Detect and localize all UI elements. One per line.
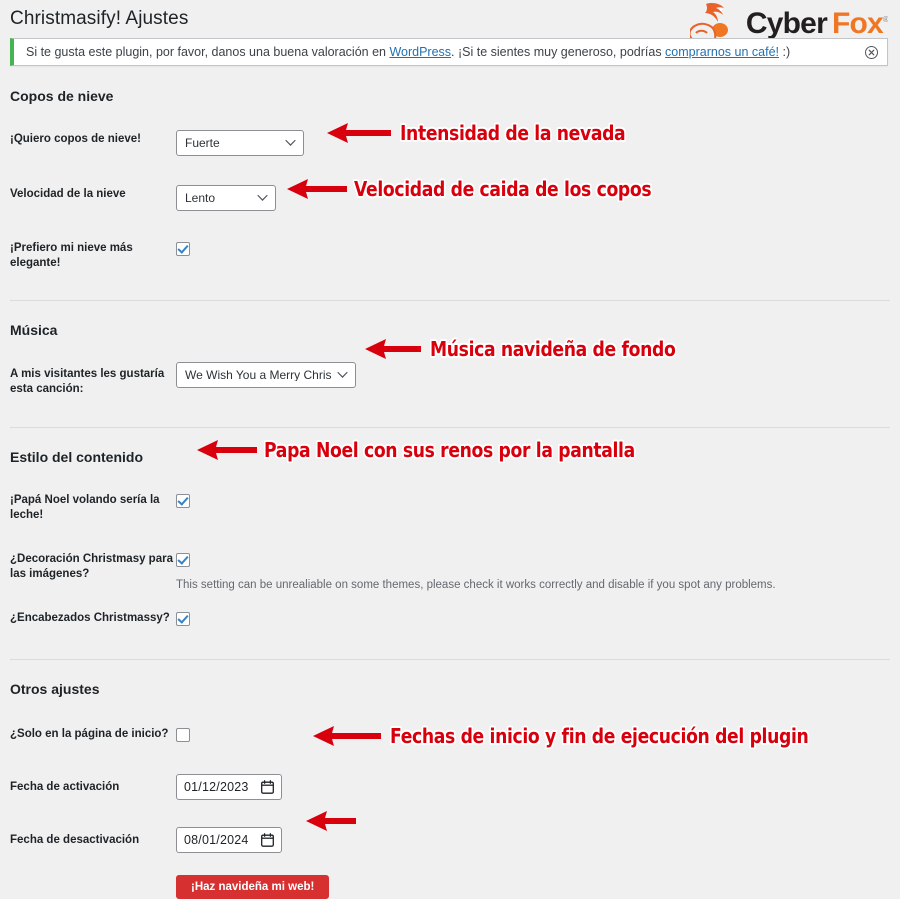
submit-button[interactable]: ¡Haz navideña mi web! (176, 875, 330, 899)
row-santa: ¡Papá Noel volando sería la leche! (10, 491, 890, 523)
label-santa: ¡Papá Noel volando sería la leche! (10, 494, 160, 521)
label-headings: ¿Encabezados Christmassy? (10, 612, 170, 624)
home-only-checkbox[interactable] (176, 728, 190, 742)
snow-speed-select[interactable]: Lento (176, 185, 276, 211)
page-header: Christmasify! Ajustes Cyber Fox® (0, 0, 900, 40)
divider-after-music (10, 427, 890, 428)
calendar-icon[interactable] (261, 780, 274, 794)
snow-intensity-select-shell: Fuerte (176, 130, 304, 156)
row-headings: ¿Encabezados Christmassy? (10, 609, 890, 630)
row-activation-date: Fecha de activación 01/12/2023 (10, 774, 890, 800)
song-select-shell: We Wish You a Merry Christmas (176, 362, 356, 388)
brand-word-fox: Fox (831, 7, 884, 40)
close-icon[interactable] (863, 44, 879, 60)
deactivation-date-input[interactable]: 08/01/2024 (176, 827, 282, 853)
fox-logo-icon (689, 1, 744, 40)
brand-word-cyber: Cyber (745, 7, 828, 40)
section-title-music: Música (10, 322, 58, 338)
activation-date-input[interactable]: 01/12/2023 (176, 774, 282, 800)
divider-after-snowflakes (10, 300, 890, 301)
row-snow-speed: Velocidad de la nieve Lento (10, 185, 890, 211)
brand-wordmark: Cyber Fox® (746, 5, 888, 39)
santa-checkbox[interactable] (176, 494, 190, 508)
label-home-only: ¿Solo en la página de inicio? (10, 728, 169, 740)
row-song: A mis visitantes les gustaría esta canci… (10, 362, 890, 397)
row-submit: ¡Haz navideña mi web! (10, 875, 890, 899)
brand-trademark: ® (882, 15, 888, 24)
elegant-snow-checkbox[interactable] (176, 242, 190, 256)
notice-message: Si te gusta este plugin, por favor, dano… (26, 44, 790, 60)
rating-notice: Si te gusta este plugin, por favor, dano… (10, 38, 888, 66)
images-helper-text: This setting can be unrealiable on some … (176, 579, 776, 591)
label-images: ¿Decoración Christmasy para las imágenes… (10, 553, 173, 580)
row-home-only: ¿Solo en la página de inicio? (10, 725, 890, 746)
notice-text-part2: . ¡Si te sientes muy generoso, podrías (451, 45, 666, 59)
label-song: A mis visitantes les gustaría esta canci… (10, 368, 165, 395)
images-checkbox[interactable] (176, 553, 190, 567)
notice-text-part3: :) (779, 45, 791, 59)
calendar-icon[interactable] (261, 833, 274, 847)
label-snow-intensity: ¡Quiero copos de nieve! (10, 133, 141, 145)
notice-text-part1: Si te gusta este plugin, por favor, dano… (26, 45, 390, 59)
activation-date-value: 01/12/2023 (184, 780, 249, 794)
row-images: ¿Decoración Christmasy para las imágenes… (10, 550, 890, 593)
cyberfox-logo: Cyber Fox® (689, 0, 888, 40)
section-title-other: Otros ajustes (10, 681, 100, 697)
label-activation-date: Fecha de activación (10, 781, 120, 793)
settings-form: Copos de nieve ¡Quiero copos de nieve! F… (0, 88, 900, 899)
deactivation-date-value: 08/01/2024 (184, 833, 249, 847)
section-title-snowflakes: Copos de nieve (10, 88, 114, 104)
headings-checkbox[interactable] (176, 612, 190, 626)
submit-spacer (10, 875, 176, 877)
section-title-content-style: Estilo del contenido (10, 449, 144, 465)
row-elegant-snow: ¡Prefiero mi nieve más elegante! (10, 239, 890, 271)
wordpress-link[interactable]: WordPress (389, 45, 451, 59)
coffee-link[interactable]: comprarnos un café! (665, 45, 779, 59)
snow-speed-select-shell: Lento (176, 185, 276, 211)
song-select[interactable]: We Wish You a Merry Christmas (176, 362, 356, 388)
snow-intensity-select[interactable]: Fuerte (176, 130, 304, 156)
page-title: Christmasify! Ajustes (10, 8, 189, 29)
label-elegant-snow: ¡Prefiero mi nieve más elegante! (10, 242, 133, 269)
divider-after-content-style (10, 659, 890, 660)
label-snow-speed: Velocidad de la nieve (10, 188, 126, 200)
row-snow-intensity: ¡Quiero copos de nieve! Fuerte (10, 130, 890, 156)
row-deactivation-date: Fecha de desactivación 08/01/2024 (10, 827, 890, 853)
